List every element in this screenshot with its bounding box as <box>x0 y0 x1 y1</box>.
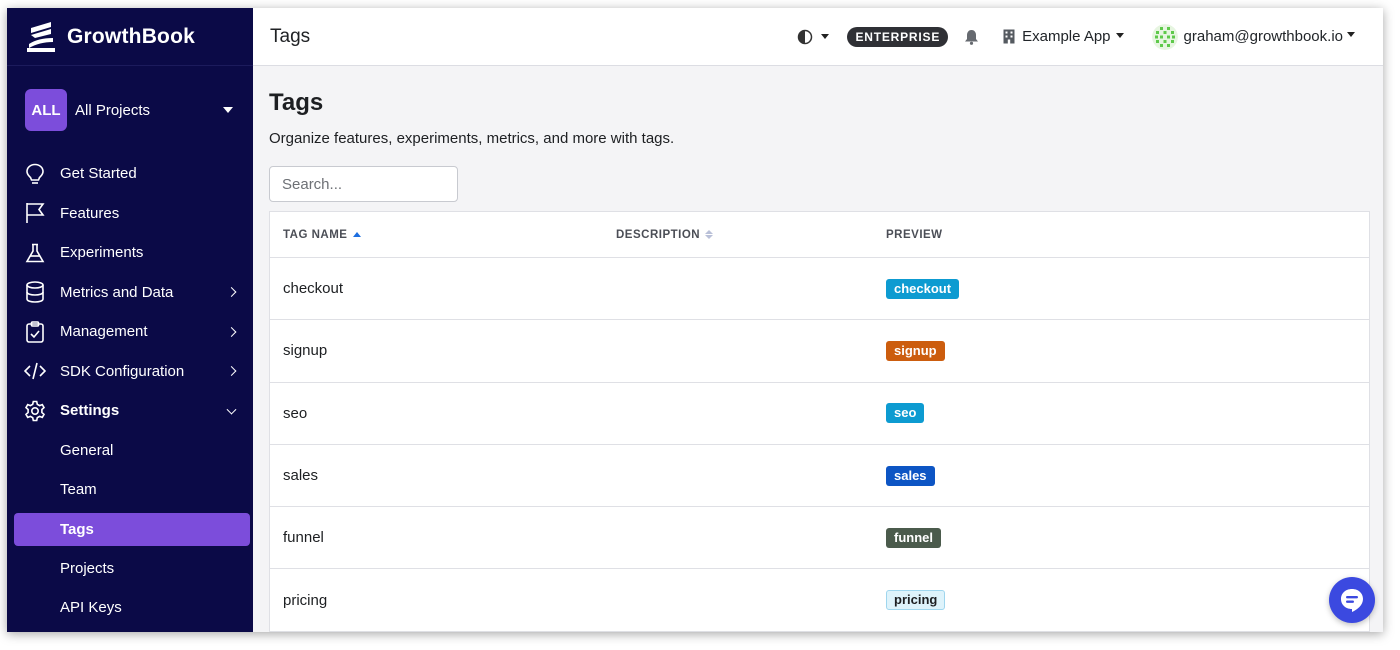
user-menu[interactable]: graham@growthbook.io <box>1151 23 1355 50</box>
chevron-down-icon <box>226 404 237 415</box>
column-header-label: DESCRIPTION <box>616 228 701 241</box>
sidebar-item-experiments[interactable]: Experiments <box>7 233 253 273</box>
sidebar-nav: Get Started Features Experiments Metrics… <box>7 154 253 628</box>
table-header: TAG NAME DESCRIPTION PREVIEW <box>270 212 1369 258</box>
sidebar-item-label: Experiments <box>60 244 144 262</box>
bell-icon[interactable] <box>964 29 979 45</box>
column-header-label: TAG NAME <box>283 228 348 241</box>
sidebar-subitem-projects[interactable]: Projects <box>7 549 253 589</box>
sidebar-subitem-api-keys[interactable]: API Keys <box>7 588 253 628</box>
tag-name-cell: pricing <box>283 591 328 609</box>
code-icon <box>24 360 46 382</box>
page-title: Tags <box>269 89 324 116</box>
tag-name-cell: seo <box>283 404 308 422</box>
tags-table: TAG NAME DESCRIPTION PREVIEW checkout ch… <box>269 211 1370 632</box>
sidebar-subitem-tags[interactable]: Tags <box>14 512 250 546</box>
top-bar: Tags ENTERPRISE Example App graham@growt… <box>253 8 1383 66</box>
search-input[interactable] <box>269 166 458 202</box>
table-row[interactable]: funnel funnel <box>270 507 1369 570</box>
sidebar: GrowthBook ALL All Projects Get Started <box>7 8 253 632</box>
clipboard-icon <box>24 320 46 343</box>
column-header-preview: PREVIEW <box>873 229 1369 241</box>
column-header-label: PREVIEW <box>886 228 943 241</box>
growthbook-logo-icon <box>27 21 55 52</box>
chevron-right-icon <box>226 366 237 377</box>
sidebar-item-sdk-configuration[interactable]: SDK Configuration <box>7 352 253 392</box>
chat-support-button[interactable] <box>1329 577 1375 623</box>
sort-icon <box>705 230 714 239</box>
tag-preview-badge: sales <box>886 465 935 486</box>
database-icon <box>24 281 46 304</box>
sidebar-item-label: Management <box>60 323 148 341</box>
page-description: Organize features, experiments, metrics,… <box>269 130 675 147</box>
gear-icon <box>24 400 46 422</box>
organization-selector[interactable]: Example App <box>1003 28 1124 45</box>
column-header-tag-name[interactable]: TAG NAME <box>270 229 603 241</box>
tag-name-cell: checkout <box>283 280 344 298</box>
flag-icon <box>24 202 46 224</box>
sidebar-item-label: SDK Configuration <box>60 362 185 380</box>
tag-preview-badge: pricing <box>886 590 946 611</box>
main-content: Tags Organize features, experiments, met… <box>253 66 1383 632</box>
avatar <box>1151 23 1178 50</box>
sidebar-item-label: Features <box>60 204 120 222</box>
column-header-description[interactable]: DESCRIPTION <box>603 229 873 241</box>
sidebar-item-label: Settings <box>60 402 120 420</box>
table-row[interactable]: pricing pricing <box>270 569 1369 632</box>
tag-name-cell: funnel <box>283 529 324 547</box>
tag-preview-badge: funnel <box>886 527 941 548</box>
caret-down-icon <box>1115 32 1124 38</box>
brand-name: GrowthBook <box>67 24 195 48</box>
sidebar-item-features[interactable]: Features <box>7 194 253 234</box>
theme-toggle[interactable] <box>797 29 830 45</box>
chevron-right-icon <box>226 326 237 337</box>
sidebar-item-get-started[interactable]: Get Started <box>7 154 253 194</box>
tag-name-cell: signup <box>283 342 328 360</box>
sidebar-item-metrics-and-data[interactable]: Metrics and Data <box>7 273 253 313</box>
sidebar-subitem-team[interactable]: Team <box>7 470 253 510</box>
project-badge: ALL <box>25 89 67 131</box>
flask-icon <box>24 242 46 264</box>
table-row[interactable]: signup signup <box>270 320 1369 383</box>
caret-down-icon <box>1347 31 1355 37</box>
brand[interactable]: GrowthBook <box>7 8 253 66</box>
chevron-right-icon <box>226 287 237 298</box>
sidebar-item-settings[interactable]: Settings <box>7 391 253 431</box>
tag-preview-badge: signup <box>886 340 945 361</box>
tag-preview-badge: checkout <box>886 278 960 299</box>
tag-preview-badge: seo <box>886 403 925 424</box>
sidebar-item-label: Metrics and Data <box>60 283 174 301</box>
plan-badge: ENTERPRISE <box>847 26 949 47</box>
topbar-title: Tags <box>270 25 311 47</box>
half-circle-theme-icon <box>798 29 813 44</box>
chat-bubble-icon <box>1341 589 1363 612</box>
lightbulb-icon <box>24 163 46 185</box>
tag-name-cell: sales <box>283 467 319 485</box>
caret-down-icon <box>223 107 233 113</box>
table-row[interactable]: checkout checkout <box>270 258 1369 321</box>
table-row[interactable]: sales sales <box>270 445 1369 508</box>
building-icon <box>1003 29 1015 44</box>
sort-ascending-icon <box>353 232 362 237</box>
organization-name: Example App <box>1022 28 1111 45</box>
sidebar-item-management[interactable]: Management <box>7 312 253 352</box>
sidebar-item-label: Get Started <box>60 165 137 183</box>
app-window: GrowthBook ALL All Projects Get Started <box>7 8 1383 632</box>
table-row[interactable]: seo seo <box>270 383 1369 445</box>
user-email: graham@growthbook.io <box>1183 28 1343 45</box>
sidebar-subitem-general[interactable]: General <box>7 431 253 471</box>
caret-down-icon <box>821 34 830 39</box>
project-name: All Projects <box>75 101 151 119</box>
project-selector[interactable]: ALL All Projects <box>7 66 253 154</box>
